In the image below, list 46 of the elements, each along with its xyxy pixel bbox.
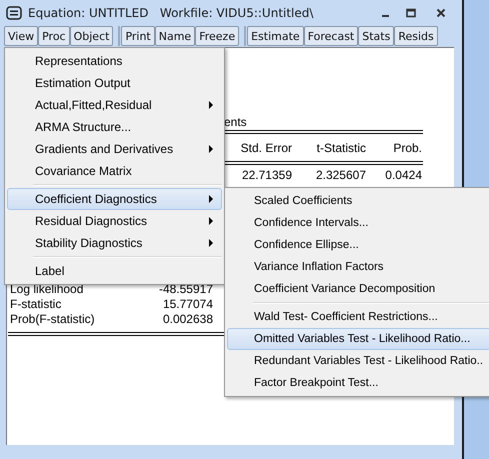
stat-label: Prob(F-statistic) xyxy=(10,312,96,326)
table-cell-text: 2.325607 xyxy=(314,168,366,182)
menu-item[interactable]: Coefficient Variance Decomposition xyxy=(227,278,489,300)
column-header: Std. Error xyxy=(240,140,292,154)
toolbar-button[interactable]: Estimate xyxy=(247,26,304,46)
column-header: t-Statistic xyxy=(316,140,366,154)
maximize-icon[interactable] xyxy=(406,8,416,18)
menu-item[interactable]: Confidence Intervals... xyxy=(227,212,489,234)
window-title: Equation: UNTITLED Workfile: VIDU5::Untitled\ xyxy=(28,6,314,20)
menu-item[interactable]: Estimation Output xyxy=(7,72,222,94)
toolbar-button[interactable]: Print xyxy=(121,26,155,46)
toolbar-button[interactable]: View xyxy=(4,26,38,46)
stat-label: F-statistic xyxy=(10,296,62,310)
menu-item[interactable]: Stability Diagnostics xyxy=(7,232,222,254)
table-cell-text: 0.0424 xyxy=(384,168,422,182)
menu-item[interactable]: Omitted Variables Test - Likelihood Ratio... xyxy=(227,328,489,350)
stat-value: 0.002638 xyxy=(162,312,213,326)
toolbar-button[interactable]: Name xyxy=(154,26,196,46)
table-heading: ents xyxy=(224,114,248,130)
menu-item[interactable]: ARMA Structure... xyxy=(7,116,222,138)
stat-value: 15.77074 xyxy=(162,296,213,310)
toolbar-button[interactable]: Freeze xyxy=(195,26,240,46)
menu-item[interactable]: Factor Breakpoint Test... xyxy=(227,372,489,394)
menu-item[interactable]: Covariance Matrix xyxy=(7,160,222,182)
menu-item[interactable]: Gradients and Derivatives xyxy=(7,138,222,160)
toolbar-button[interactable]: Stats xyxy=(358,26,394,46)
stat-label: Log likelihood xyxy=(10,282,84,296)
table-cell-text: 22.71359 xyxy=(240,168,292,182)
toolbar-button[interactable]: Object xyxy=(70,26,114,46)
toolbar-button[interactable]: Resids xyxy=(394,26,438,46)
menu-item[interactable]: Redundant Variables Test - Likelihood Ratio.. xyxy=(227,350,489,372)
menu-item[interactable]: Representations xyxy=(7,50,222,72)
menu-item[interactable]: Label xyxy=(7,260,222,282)
menu-item[interactable]: Variance Inflation Factors xyxy=(227,256,489,278)
menu-item[interactable]: Residual Diagnostics xyxy=(7,210,222,232)
toolbar-button[interactable]: Forecast xyxy=(304,26,358,46)
menu-item[interactable]: Actual,Fitted,Residual xyxy=(7,94,222,116)
toolbar-button[interactable]: Proc xyxy=(38,26,70,46)
menu-item[interactable]: Scaled Coefficients xyxy=(227,190,489,212)
menu-item[interactable]: Wald Test- Coefficient Restrictions... xyxy=(227,306,489,328)
menu-item[interactable]: Coefficient Diagnostics xyxy=(7,188,222,210)
menu-item[interactable]: Confidence Ellipse... xyxy=(227,234,489,256)
stat-value: -48.55917 xyxy=(158,282,213,296)
column-header: Prob. xyxy=(392,140,422,154)
window-menu-icon[interactable] xyxy=(6,6,22,20)
close-icon[interactable] xyxy=(436,8,446,18)
